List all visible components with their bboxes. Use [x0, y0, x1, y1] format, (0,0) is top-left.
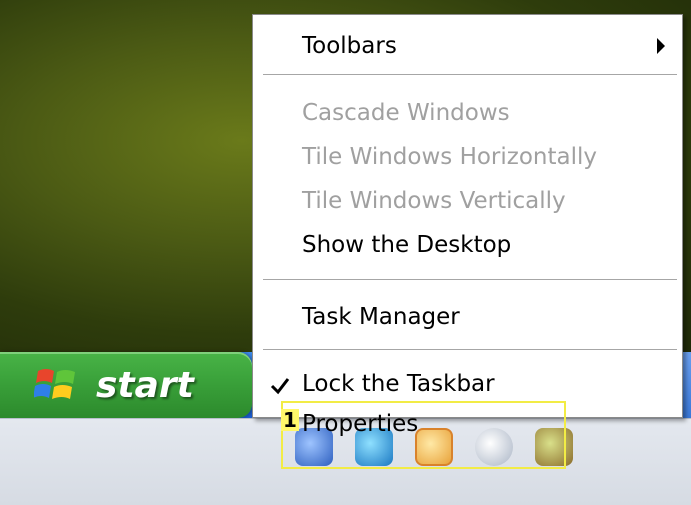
step-number-badge: 1: [281, 408, 299, 432]
menu-item-show-desktop[interactable]: Show the Desktop: [253, 226, 682, 266]
windows-logo-icon: [34, 369, 75, 399]
menu-item-lock-taskbar[interactable]: Lock the Taskbar: [253, 365, 682, 405]
menu-item-tile-vertically[interactable]: Tile Windows Vertically: [253, 182, 682, 222]
menu-item-label: Show the Desktop: [302, 232, 512, 258]
menu-item-task-manager[interactable]: Task Manager: [253, 298, 682, 338]
step-highlight-box: [281, 401, 566, 469]
start-label: start: [96, 364, 194, 406]
chevron-right-icon: [657, 38, 665, 54]
menu-separator: [263, 74, 677, 78]
menu-item-label: Toolbars: [302, 33, 397, 59]
menu-item-label: Tile Windows Vertically: [302, 188, 566, 214]
checkmark-icon: [270, 378, 290, 395]
taskbar-context-menu: Toolbars Cascade Windows Tile Windows Ho…: [252, 14, 683, 437]
menu-item-label: Cascade Windows: [302, 100, 510, 126]
menu-item-cascade-windows[interactable]: Cascade Windows: [253, 94, 682, 134]
menu-item-tile-horizontally[interactable]: Tile Windows Horizontally: [253, 138, 682, 178]
menu-item-label: Lock the Taskbar: [302, 371, 495, 397]
menu-separator: [263, 279, 677, 283]
menu-item-label: Task Manager: [302, 304, 460, 330]
menu-item-label: Tile Windows Horizontally: [302, 144, 598, 170]
menu-item-toolbars[interactable]: Toolbars: [253, 27, 682, 67]
start-button[interactable]: start: [0, 352, 252, 418]
menu-separator: [263, 349, 677, 353]
